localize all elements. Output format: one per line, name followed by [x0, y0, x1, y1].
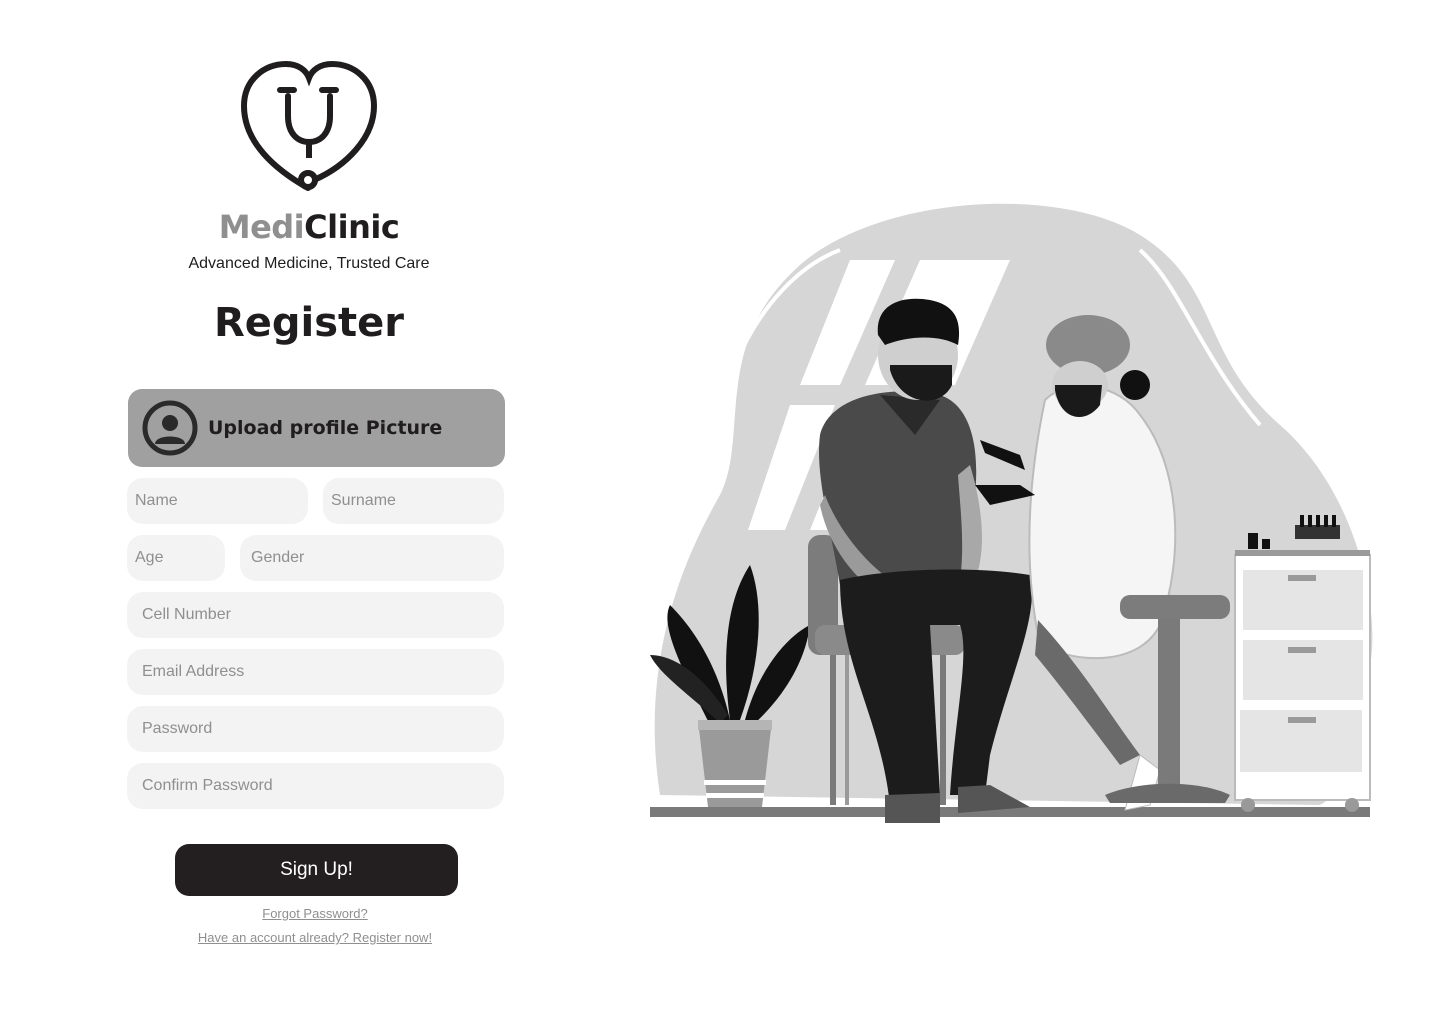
- confirm-password-input[interactable]: [127, 763, 504, 809]
- user-avatar-icon: [142, 400, 198, 456]
- upload-profile-picture-button[interactable]: Upload profile Picture: [128, 389, 505, 467]
- password-input[interactable]: [127, 706, 504, 752]
- page-title: Register: [213, 300, 405, 346]
- register-now-link[interactable]: Have an account already? Register now!: [0, 930, 630, 945]
- brand-name-part2: Clinic: [304, 208, 400, 246]
- email-input[interactable]: [127, 649, 504, 695]
- gender-input[interactable]: [240, 535, 504, 581]
- brand-name-part1: Medi: [218, 208, 305, 246]
- brand-name: MediClinic: [0, 208, 618, 246]
- cell-number-input[interactable]: [127, 592, 504, 638]
- upload-label: Upload profile Picture: [208, 417, 443, 439]
- heart-stethoscope-icon: [240, 60, 378, 191]
- sign-up-button[interactable]: Sign Up!: [175, 844, 458, 896]
- name-input[interactable]: [127, 478, 308, 524]
- forgot-password-link[interactable]: Forgot Password?: [0, 906, 630, 921]
- brand-tagline: Advanced Medicine, Trusted Care: [188, 255, 430, 272]
- register-panel: MediClinic Advanced Medicine, Trusted Ca…: [0, 0, 620, 1024]
- vaccination-illustration: [650, 203, 1373, 823]
- surname-input[interactable]: [323, 478, 504, 524]
- age-input[interactable]: [127, 535, 225, 581]
